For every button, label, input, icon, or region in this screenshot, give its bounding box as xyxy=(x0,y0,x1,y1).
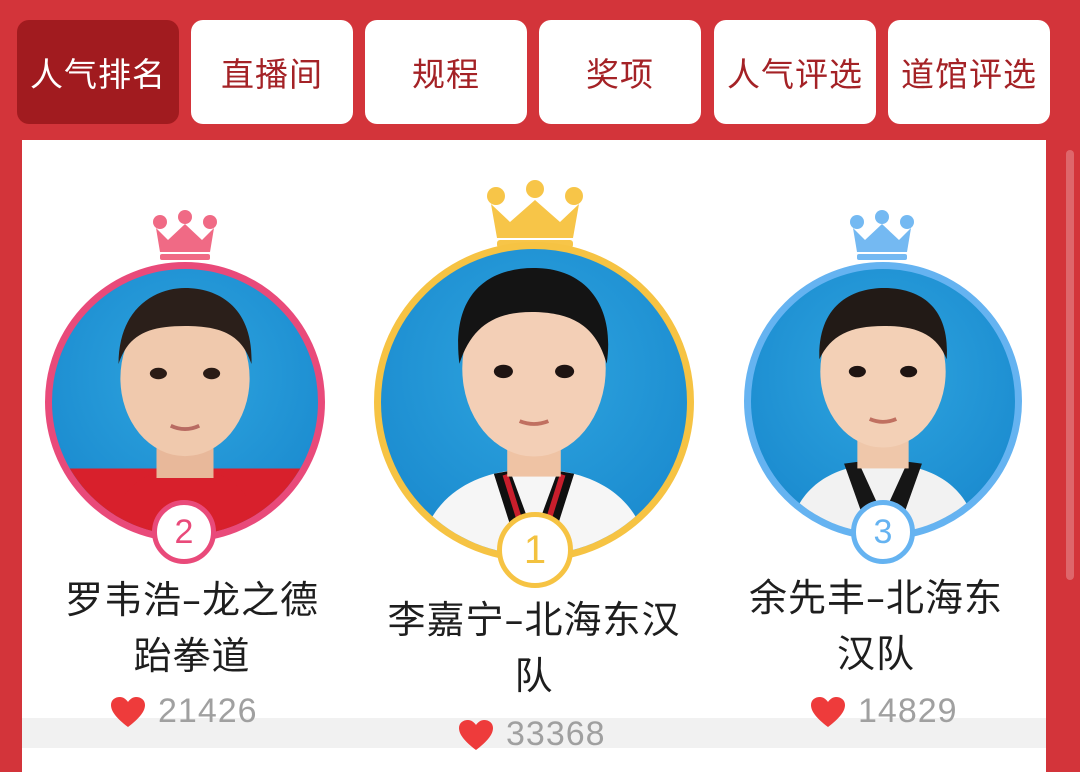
participant-name-line-2: 队 xyxy=(514,654,554,698)
ranking-panel: 2 罗韦浩–龙之德 跆拳道 21426 1 李嘉宁–北海东汉 队 33368 3… xyxy=(22,140,1046,772)
heart-icon[interactable] xyxy=(458,719,494,751)
vote-count: 14829 xyxy=(858,692,958,730)
ranking-entry-1[interactable]: 1 李嘉宁–北海东汉 队 33368 xyxy=(362,140,706,772)
vote-display: 33368 xyxy=(458,715,606,754)
participant-name: 余先丰–北海东 汉队 xyxy=(716,570,1036,682)
vote-display: 21426 xyxy=(110,692,258,731)
vote-count: 33368 xyxy=(506,715,606,753)
crown-icon xyxy=(487,180,583,248)
tab-rules[interactable]: 规程 xyxy=(365,20,527,124)
tab-popularity-vote[interactable]: 人气评选 xyxy=(714,20,876,124)
crown-icon xyxy=(850,210,914,260)
rank-badge: 3 xyxy=(851,500,915,564)
scrollbar[interactable] xyxy=(1066,150,1074,580)
heart-icon[interactable] xyxy=(810,696,846,728)
participant-name-line-2: 跆拳道 xyxy=(133,634,251,678)
tab-bar: 人气排名 直播间 规程 奖项 人气评选 道馆评选 xyxy=(0,0,1080,140)
ranking-entry-2[interactable]: 2 罗韦浩–龙之德 跆拳道 21426 xyxy=(22,140,362,772)
rank-badge: 1 xyxy=(497,512,573,588)
avatar xyxy=(744,262,1022,540)
tab-dojo-vote[interactable]: 道馆评选 xyxy=(888,20,1050,124)
tab-popularity-ranking[interactable]: 人气排名 xyxy=(17,20,179,124)
participant-name-line-1: 余先丰–北海东 xyxy=(748,576,1003,620)
tab-live-room[interactable]: 直播间 xyxy=(191,20,353,124)
vote-count: 21426 xyxy=(158,692,258,730)
participant-name: 罗韦浩–龙之德 跆拳道 xyxy=(32,572,352,684)
rank-badge: 2 xyxy=(152,500,216,564)
tab-awards[interactable]: 奖项 xyxy=(539,20,701,124)
participant-name: 李嘉宁–北海东汉 队 xyxy=(362,592,706,704)
participant-name-line-2: 汉队 xyxy=(836,632,915,676)
heart-icon[interactable] xyxy=(110,696,146,728)
ranking-entry-3[interactable]: 3 余先丰–北海东 汉队 14829 xyxy=(706,140,1046,772)
participant-name-line-1: 李嘉宁–北海东汉 xyxy=(387,598,681,642)
vote-display: 14829 xyxy=(810,692,958,731)
participant-name-line-1: 罗韦浩–龙之德 xyxy=(64,578,319,622)
crown-icon xyxy=(153,210,217,260)
